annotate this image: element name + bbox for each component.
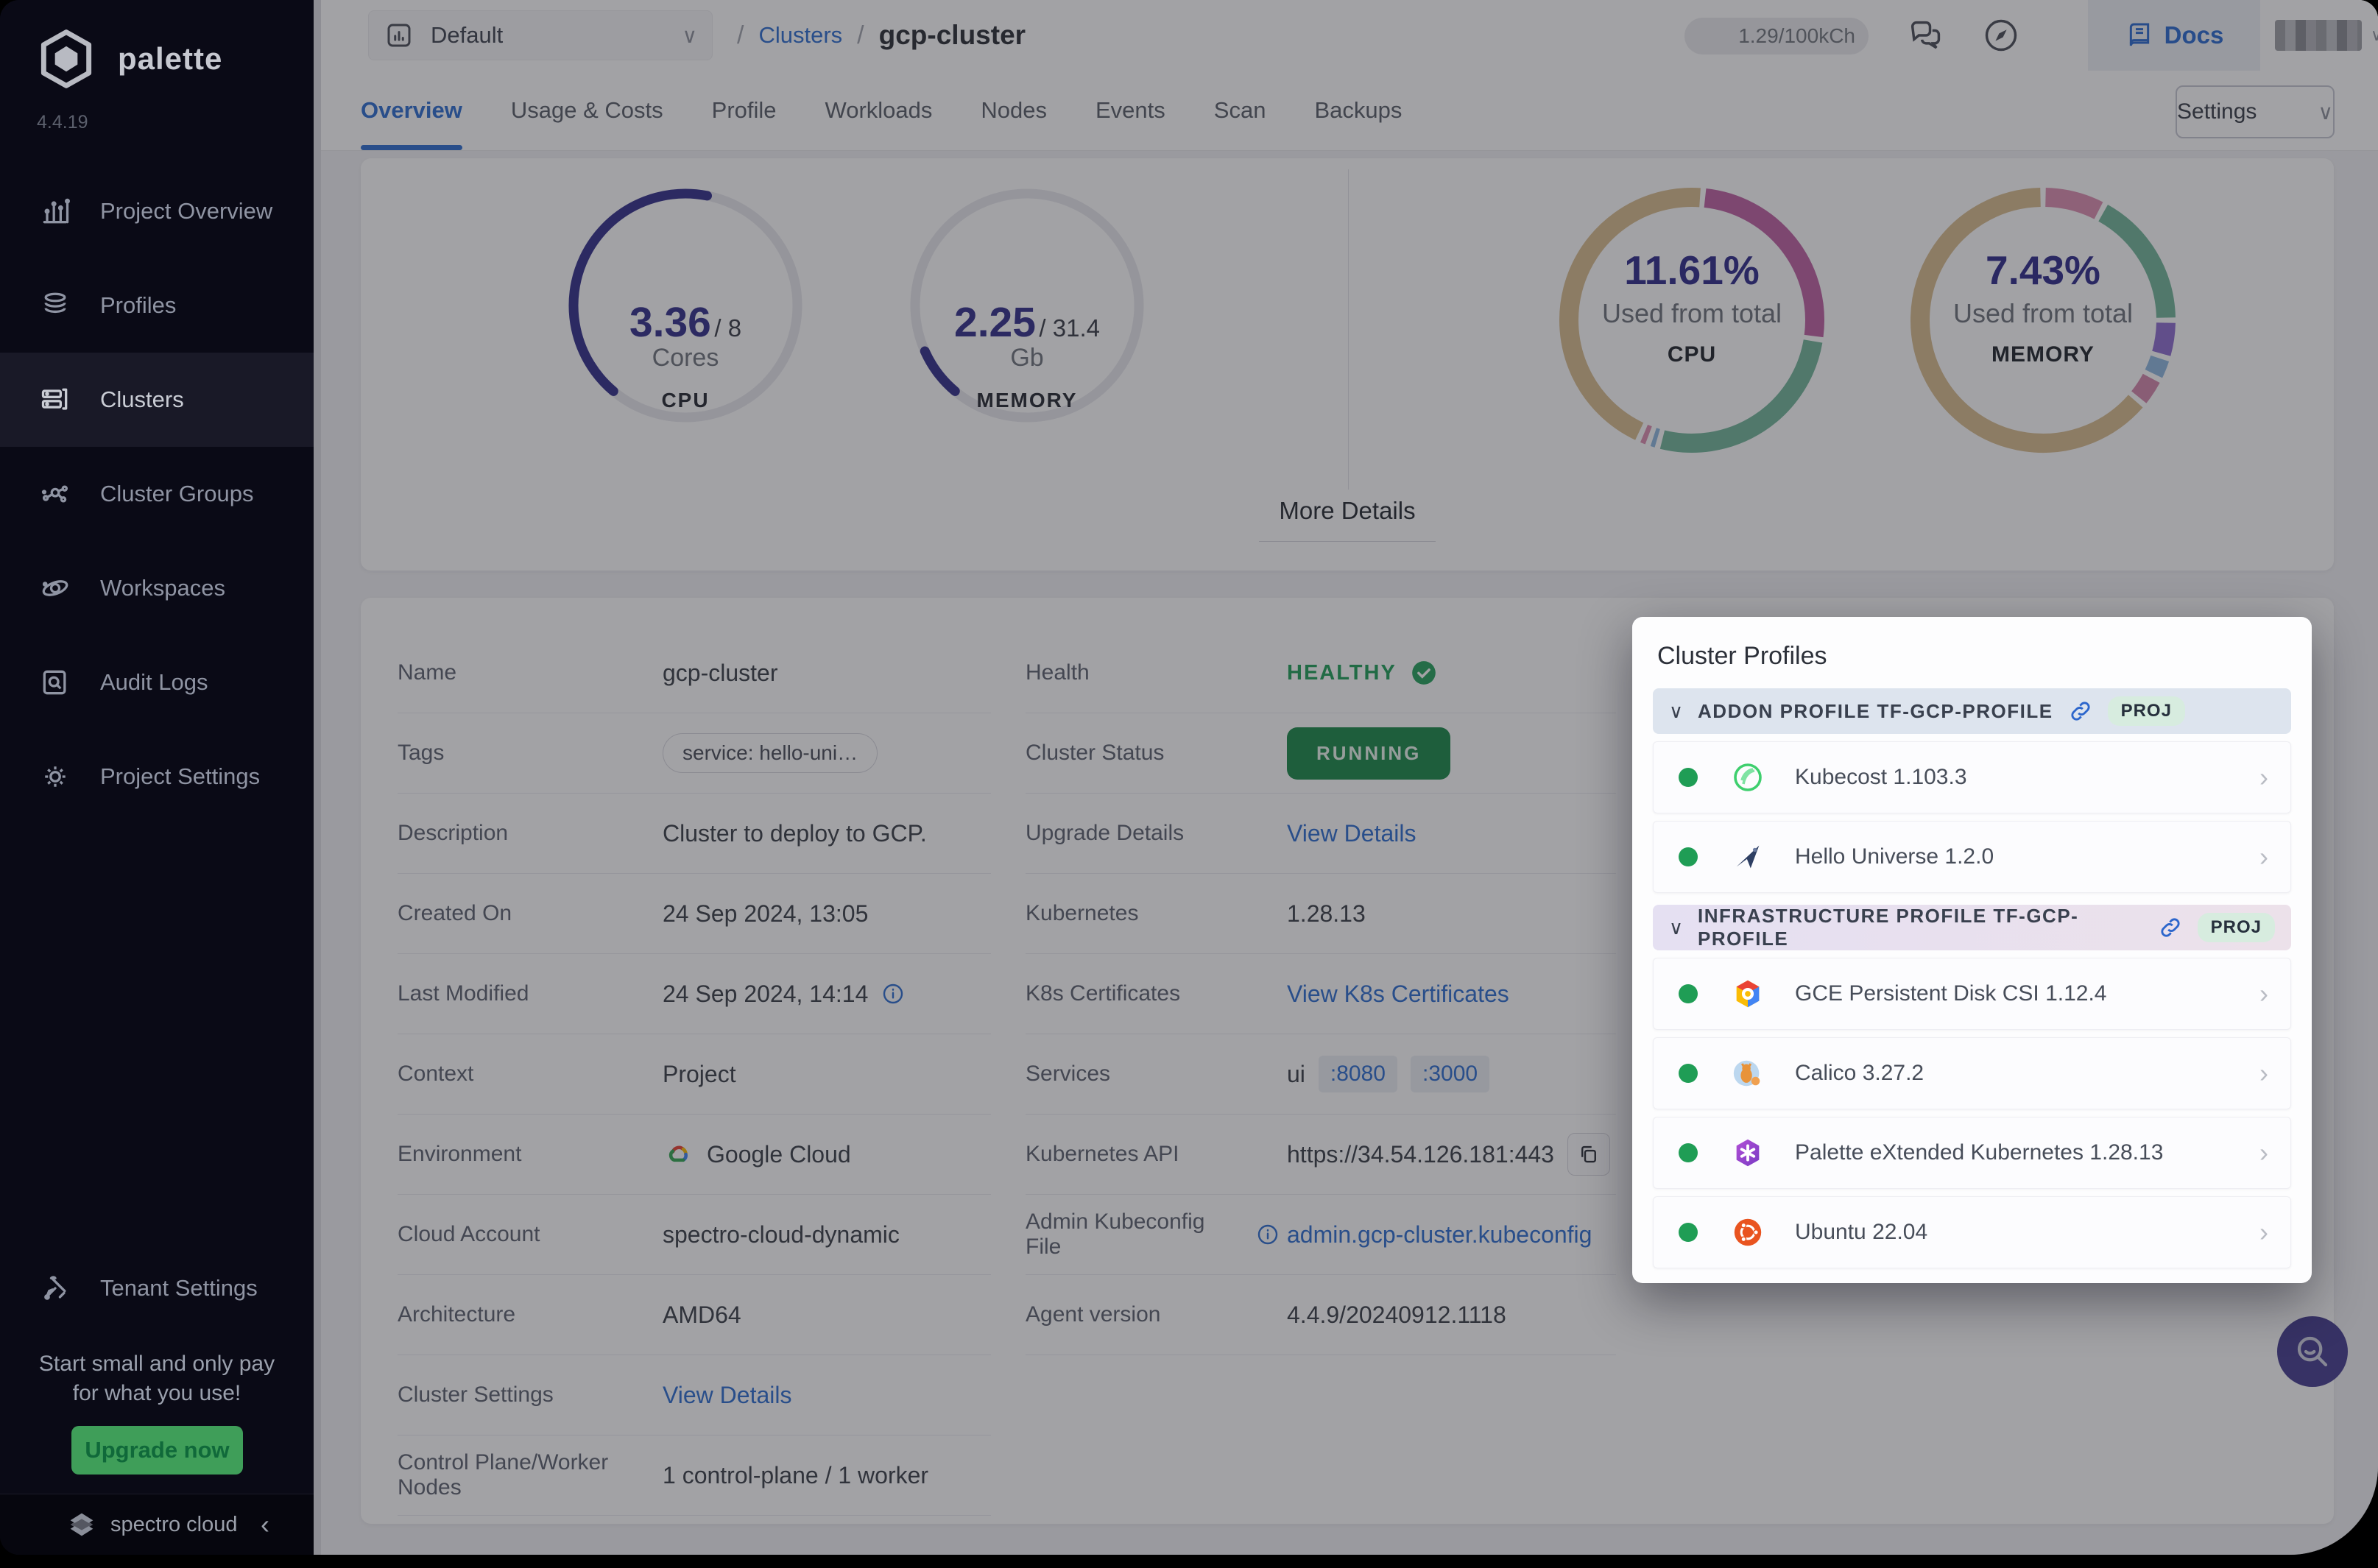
upgrade-now-button[interactable]: Upgrade now [71, 1426, 243, 1475]
server-icon [38, 384, 72, 416]
sidebar-item-profiles[interactable]: Profiles [0, 258, 314, 353]
link-icon [2158, 915, 2183, 940]
sidebar-item-label: Tenant Settings [100, 1275, 258, 1301]
profile-layer-hello-universe[interactable]: Hello Universe 1.2.0 › [1653, 821, 2291, 893]
network-icon [38, 478, 72, 510]
audit-icon [38, 666, 72, 699]
sidebar-item-label: Project Overview [100, 198, 273, 224]
hello-universe-logo [1730, 839, 1765, 875]
sidebar-nav: Project Overview Profiles Clusters Clust… [0, 164, 314, 824]
sidebar-item-project-overview[interactable]: Project Overview [0, 164, 314, 258]
chevron-right-icon: › [2259, 1058, 2268, 1088]
status-dot [1679, 768, 1698, 787]
gce-logo [1730, 976, 1765, 1011]
spectro-cloud-brand: spectro cloud [65, 1508, 238, 1541]
orbit-icon [38, 572, 72, 604]
profile-layer-calico[interactable]: Calico 3.27.2 › [1653, 1037, 2291, 1109]
chevron-right-icon: › [2259, 841, 2268, 872]
sidebar-item-cluster-groups[interactable]: Cluster Groups [0, 447, 314, 541]
chevron-right-icon: › [2259, 1137, 2268, 1168]
sidebar-item-tenant-settings[interactable]: Tenant Settings [0, 1241, 314, 1335]
tools-icon [38, 1272, 72, 1304]
sidebar-item-clusters[interactable]: Clusters [0, 353, 314, 447]
kubecost-logo [1730, 760, 1765, 795]
sidebar-item-label: Profiles [100, 292, 177, 318]
app-window: palette 4.4.19 Project Overview Profiles [0, 0, 2378, 1555]
sidebar-item-label: Project Settings [100, 763, 261, 789]
cluster-profiles-panel: Cluster Profiles ∨ ADDON PROFILE TF-GCP-… [1632, 617, 2312, 1283]
layers-icon [38, 289, 72, 322]
chevron-right-icon: › [2259, 1217, 2268, 1247]
sidebar-item-label: Audit Logs [100, 669, 208, 695]
sidebar-footer: spectro cloud ‹ [0, 1494, 314, 1555]
status-dot [1679, 847, 1698, 866]
palette-logo: palette [32, 25, 222, 93]
bar-chart-icon [38, 195, 72, 227]
sidebar-item-label: Workspaces [100, 575, 225, 601]
sidebar-item-label: Cluster Groups [100, 481, 254, 506]
sidebar-item-workspaces[interactable]: Workspaces [0, 541, 314, 635]
chevron-right-icon: › [2259, 978, 2268, 1009]
sidebar: palette 4.4.19 Project Overview Profiles [0, 0, 314, 1555]
status-dot [1679, 1064, 1698, 1083]
profile-layer-gce-csi[interactable]: GCE Persistent Disk CSI 1.12.4 › [1653, 958, 2291, 1030]
app-version: 4.4.19 [37, 112, 88, 133]
profile-layer-palette-extended-k8s[interactable]: Palette eXtended Kubernetes 1.28.13 › [1653, 1117, 2291, 1189]
sidebar-item-project-settings[interactable]: Project Settings [0, 730, 314, 824]
infrastructure-profile-header[interactable]: ∨ INFRASTRUCTURE PROFILE TF-GCP-PROFILE … [1653, 905, 2291, 950]
addon-profile-header[interactable]: ∨ ADDON PROFILE TF-GCP-PROFILE PROJ [1653, 688, 2291, 734]
cluster-profiles-title: Cluster Profiles [1657, 642, 1827, 670]
sidebar-item-label: Clusters [100, 386, 184, 412]
spectro-cloud-logo-icon [65, 1508, 99, 1541]
main-area: Default ∨ / Clusters / gcp-cluster 1.29/… [314, 0, 2378, 1555]
sidebar-collapse-icon[interactable]: ‹ [261, 1509, 269, 1540]
scope-badge: PROJ [2197, 913, 2275, 942]
chevron-down-icon: ∨ [1669, 916, 1684, 939]
chevron-right-icon: › [2259, 762, 2268, 792]
scope-badge: PROJ [2107, 696, 2185, 726]
profile-layer-kubecost[interactable]: Kubecost 1.103.3 › [1653, 741, 2291, 813]
pxk-logo [1730, 1135, 1765, 1170]
status-dot [1679, 984, 1698, 1003]
upgrade-promo-text: Start small and only pay for what you us… [38, 1352, 275, 1405]
sidebar-tenant-settings-wrap: Tenant Settings [0, 1241, 314, 1335]
palette-logo-icon [32, 25, 100, 93]
profile-layer-ubuntu[interactable]: Ubuntu 22.04 › [1653, 1196, 2291, 1268]
logo-wordmark: palette [118, 41, 223, 76]
status-dot [1679, 1143, 1698, 1162]
gear-icon [38, 760, 72, 793]
ubuntu-logo [1730, 1215, 1765, 1250]
link-icon [2068, 699, 2093, 724]
sidebar-item-audit-logs[interactable]: Audit Logs [0, 635, 314, 730]
chevron-down-icon: ∨ [1669, 699, 1684, 722]
calico-logo [1730, 1056, 1765, 1091]
status-dot [1679, 1223, 1698, 1242]
brand-name: spectro cloud [110, 1512, 238, 1536]
